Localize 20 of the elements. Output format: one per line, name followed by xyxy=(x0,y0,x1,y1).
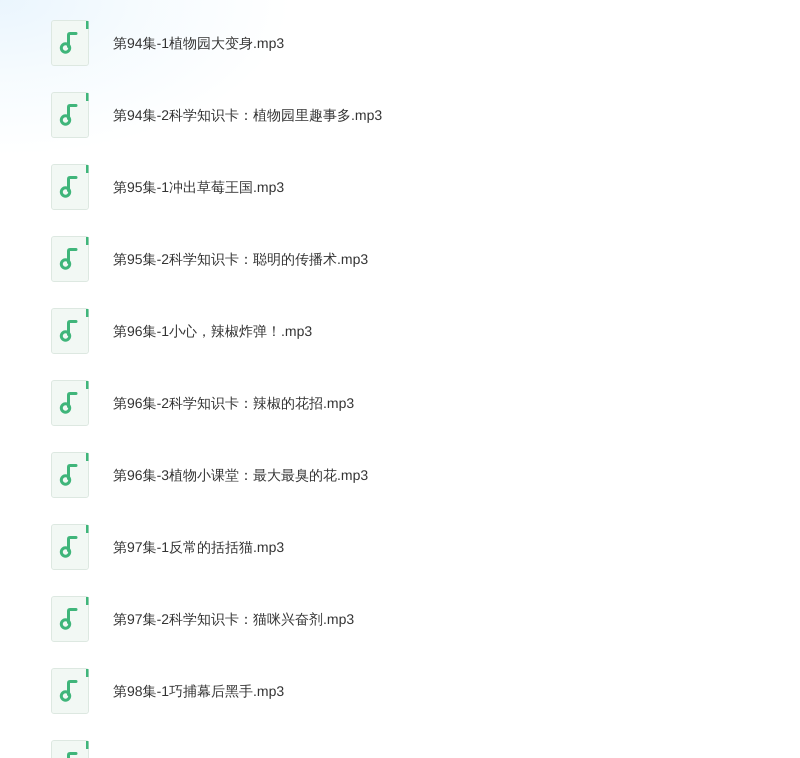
audio-file-icon xyxy=(51,380,89,426)
audio-file-icon xyxy=(51,308,89,354)
audio-file-icon xyxy=(51,92,89,138)
audio-file-icon xyxy=(51,164,89,210)
audio-file-icon xyxy=(51,668,89,714)
file-name[interactable]: 第94集-1植物园大变身.mp3 xyxy=(113,34,284,52)
file-name[interactable]: 第97集-2科学知识卡：猫咪兴奋剂.mp3 xyxy=(113,610,354,628)
audio-file-icon xyxy=(51,596,89,642)
file-name[interactable]: 第96集-1小心，辣椒炸弹！.mp3 xyxy=(113,322,312,340)
audio-file-icon xyxy=(51,236,89,282)
file-name[interactable]: 第97集-1反常的括括猫.mp3 xyxy=(113,538,284,556)
file-name[interactable]: 第95集-1冲出草莓王国.mp3 xyxy=(113,178,284,196)
file-name[interactable]: 第98集-1巧捕幕后黑手.mp3 xyxy=(113,682,284,700)
file-name[interactable]: 第96集-2科学知识卡：辣椒的花招.mp3 xyxy=(113,394,354,412)
file-name[interactable]: 第96集-3植物小课堂：最大最臭的花.mp3 xyxy=(113,466,368,484)
audio-file-icon xyxy=(51,452,89,498)
file-name[interactable]: 第95集-2科学知识卡：聪明的传播术.mp3 xyxy=(113,250,368,268)
audio-file-icon xyxy=(51,20,89,66)
file-name[interactable]: 第94集-2科学知识卡：植物园里趣事多.mp3 xyxy=(113,106,382,124)
audio-file-icon xyxy=(51,524,89,570)
